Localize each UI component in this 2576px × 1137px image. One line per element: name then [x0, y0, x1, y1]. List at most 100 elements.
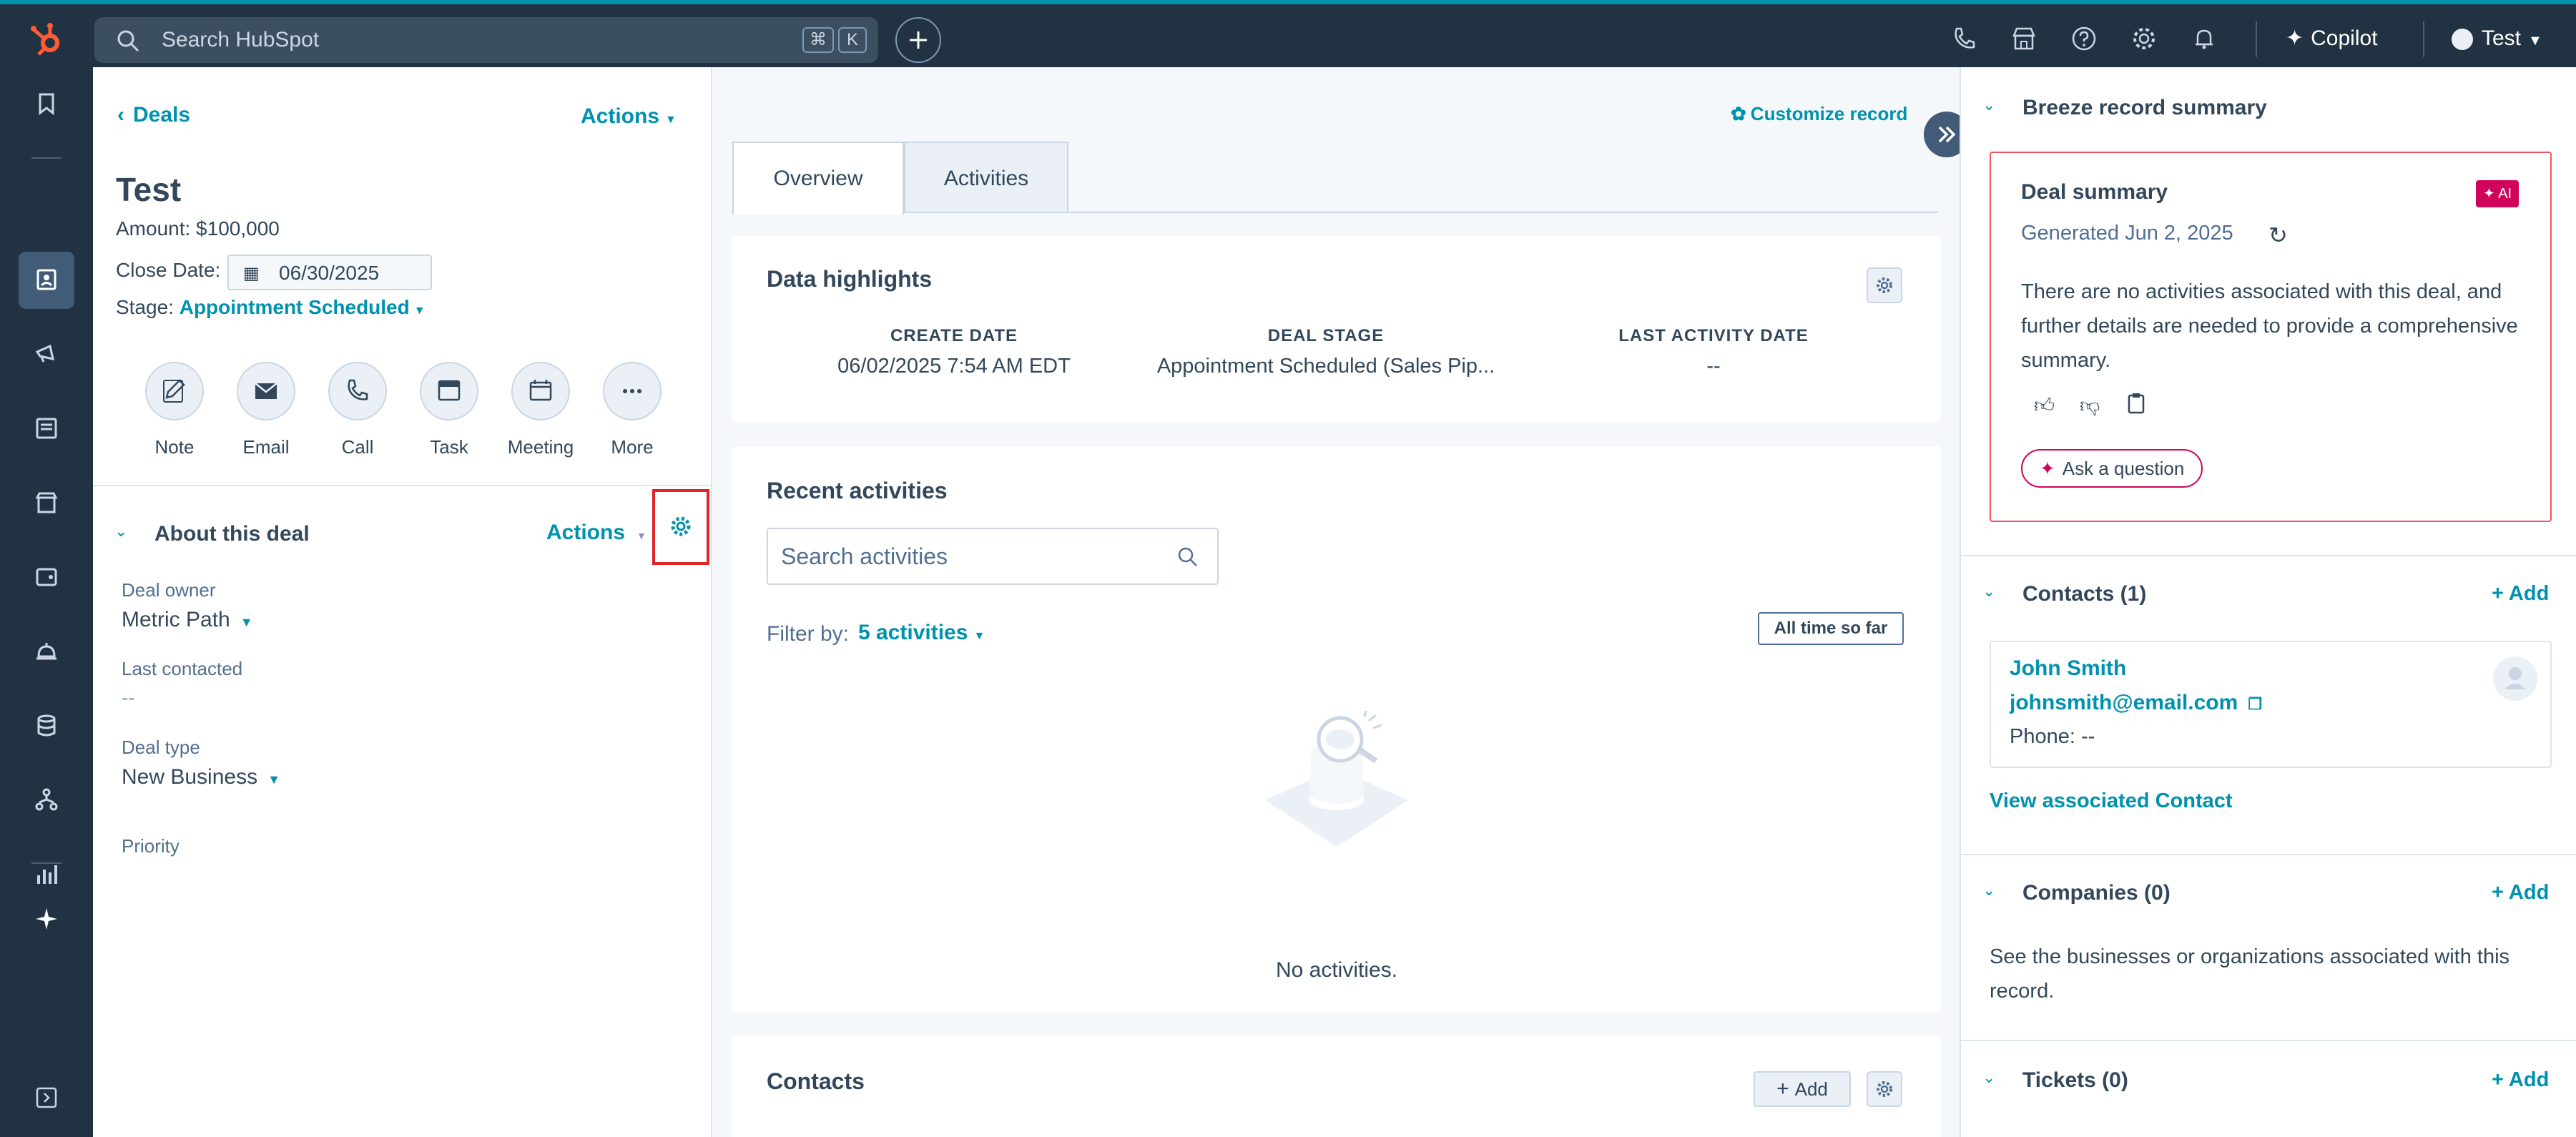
- task-action-label: Task: [430, 436, 468, 458]
- automation-icon[interactable]: [29, 782, 64, 818]
- about-settings-gear-icon[interactable]: [668, 513, 694, 539]
- call-phone-icon: [328, 362, 387, 420]
- more-action-label: More: [611, 436, 654, 458]
- note-action-button[interactable]: Note: [124, 362, 225, 458]
- expand-sidebar-icon[interactable]: [29, 1080, 64, 1116]
- call-action-button[interactable]: Call: [308, 362, 408, 458]
- chevron-down-icon: ⌄: [114, 522, 128, 540]
- data-highlights-card: Data highlights CREATE DATE 06/02/2025 7…: [732, 236, 1941, 422]
- copy-icon[interactable]: ❐: [2248, 695, 2262, 713]
- thumbs-down-icon[interactable]: 👎︎: [2080, 393, 2100, 418]
- summary-body-text: There are no activities associated with …: [2021, 280, 2518, 372]
- sales-wallet-icon[interactable]: [29, 559, 64, 595]
- add-contact-button[interactable]: + Add: [1754, 1071, 1851, 1107]
- stage-row: Stage: Appointment Scheduled ▼: [116, 296, 426, 319]
- search-icon: [116, 29, 140, 53]
- settings-gear-icon[interactable]: [2131, 26, 2157, 51]
- keyboard-shortcut-k: K: [838, 27, 867, 53]
- close-date-input[interactable]: ▦ 06/30/2025: [227, 255, 432, 290]
- copilot-label: Copilot: [2311, 26, 2378, 50]
- commerce-icon[interactable]: [29, 485, 64, 521]
- search-activities-placeholder: Search activities: [781, 543, 948, 569]
- time-range-filter-button[interactable]: All time so far: [1758, 612, 1904, 645]
- tab-activities[interactable]: Activities: [904, 142, 1068, 213]
- contact-phone: Phone: --: [2010, 725, 2095, 748]
- activity-filter-dropdown[interactable]: 5 activities ▼: [858, 621, 985, 645]
- nav-divider: [31, 862, 62, 864]
- contacts-section-header[interactable]: ⌄ Contacts (1): [1982, 581, 2340, 616]
- about-actions-dropdown[interactable]: Actions ▼: [546, 521, 647, 545]
- contact-name-link[interactable]: John Smith: [2010, 656, 2126, 681]
- email-action-button[interactable]: Email: [216, 362, 316, 458]
- add-company-link[interactable]: + Add: [2492, 881, 2549, 905]
- companies-description: See the businesses or organizations asso…: [1990, 945, 2510, 1003]
- customize-record-label: Customize record: [1750, 103, 1908, 124]
- copilot-button[interactable]: ✦ Copilot: [2286, 23, 2378, 54]
- bookmark-icon[interactable]: [29, 86, 64, 122]
- stage-dropdown[interactable]: Appointment Scheduled ▼: [180, 296, 426, 318]
- account-menu[interactable]: Test ▼: [2452, 23, 2542, 54]
- content-icon[interactable]: [29, 410, 64, 446]
- deal-owner-dropdown[interactable]: Metric Path ▼: [122, 608, 253, 632]
- marketing-megaphone-icon[interactable]: [29, 336, 64, 372]
- gear-icon: [1877, 277, 1892, 293]
- companies-section-header[interactable]: ⌄ Companies (0): [1982, 880, 2340, 915]
- section-divider: [1961, 555, 2576, 556]
- marketplace-icon[interactable]: [2011, 26, 2037, 51]
- phone-icon[interactable]: [1951, 26, 1977, 51]
- last-contacted-value: --: [122, 686, 135, 709]
- task-action-button[interactable]: Task: [399, 362, 499, 458]
- chevron-down-icon: ▼: [2528, 33, 2542, 49]
- contact-email-link[interactable]: johnsmith@email.com ❐: [2010, 691, 2262, 715]
- contacts-icon[interactable]: [29, 262, 64, 297]
- tab-overview[interactable]: Overview: [732, 142, 904, 215]
- ask-a-question-button[interactable]: ✦ Ask a question: [2021, 449, 2203, 488]
- tab-overview-label: Overview: [773, 167, 863, 190]
- meeting-action-button[interactable]: Meeting: [491, 362, 591, 458]
- thumbs-up-icon[interactable]: 👍︎: [2034, 393, 2055, 418]
- record-sidebar: ‹ Deals Actions ▼ Test Amount: $100,000 Cl…: [93, 67, 712, 1137]
- section-divider: [1961, 1040, 2576, 1041]
- add-ticket-link[interactable]: + Add: [2492, 1068, 2549, 1092]
- copy-clipboard-icon[interactable]: [2127, 392, 2145, 415]
- service-bell-icon[interactable]: [29, 634, 64, 669]
- add-contact-link[interactable]: + Add: [2492, 582, 2549, 606]
- meeting-action-label: Meeting: [507, 436, 574, 458]
- customize-record-button[interactable]: ✿ Customize record: [1731, 103, 1907, 125]
- contacts-card-title: Contacts: [767, 1068, 865, 1094]
- view-associated-contact-link[interactable]: View associated Contact: [1990, 789, 2233, 813]
- breeze-summary-header[interactable]: ⌄ Breeze record summary: [1982, 94, 2555, 130]
- back-to-deals-link[interactable]: ‹ Deals: [117, 103, 190, 127]
- more-action-button[interactable]: More: [582, 362, 682, 458]
- breeze-sparkle-icon[interactable]: [29, 901, 64, 937]
- chevron-down-icon: ▼: [973, 630, 985, 642]
- help-icon[interactable]: [2071, 26, 2097, 51]
- sparkle-icon: ✦: [2040, 458, 2055, 479]
- plus-icon: +: [1776, 1077, 1789, 1101]
- tickets-section-header[interactable]: ⌄ Tickets (0): [1982, 1067, 2340, 1103]
- email-envelope-icon: [237, 362, 295, 420]
- record-actions-dropdown[interactable]: Actions ▼: [581, 104, 677, 129]
- search-placeholder: Search HubSpot: [162, 28, 320, 51]
- account-name: Test: [2482, 26, 2522, 50]
- contacts-settings-button[interactable]: [1867, 1071, 1902, 1107]
- notifications-bell-icon[interactable]: [2191, 26, 2217, 51]
- tab-activities-label: Activities: [943, 167, 1029, 190]
- search-icon: [1176, 545, 1200, 569]
- data-highlights-settings-button[interactable]: [1867, 267, 1902, 303]
- global-search-bar[interactable]: Search HubSpot ⌘ K: [94, 17, 878, 63]
- deal-type-dropdown[interactable]: New Business ▼: [122, 765, 280, 789]
- deal-type-value: New Business: [122, 765, 258, 789]
- calendar-icon: ▦: [243, 264, 260, 283]
- data-management-icon[interactable]: [29, 708, 64, 744]
- ask-a-question-label: Ask a question: [2062, 458, 2185, 479]
- search-activities-input[interactable]: Search activities: [767, 528, 1219, 585]
- close-date-label: Close Date:: [116, 259, 221, 281]
- stage-value: Appointment Scheduled: [179, 296, 410, 318]
- chevron-down-icon: ▼: [413, 305, 426, 317]
- create-new-button[interactable]: [895, 17, 941, 63]
- last-activity-date-value: --: [1706, 355, 1721, 378]
- hubspot-logo-icon[interactable]: [29, 21, 66, 59]
- refresh-summary-icon[interactable]: ↻: [2268, 222, 2288, 249]
- task-icon: [420, 362, 478, 420]
